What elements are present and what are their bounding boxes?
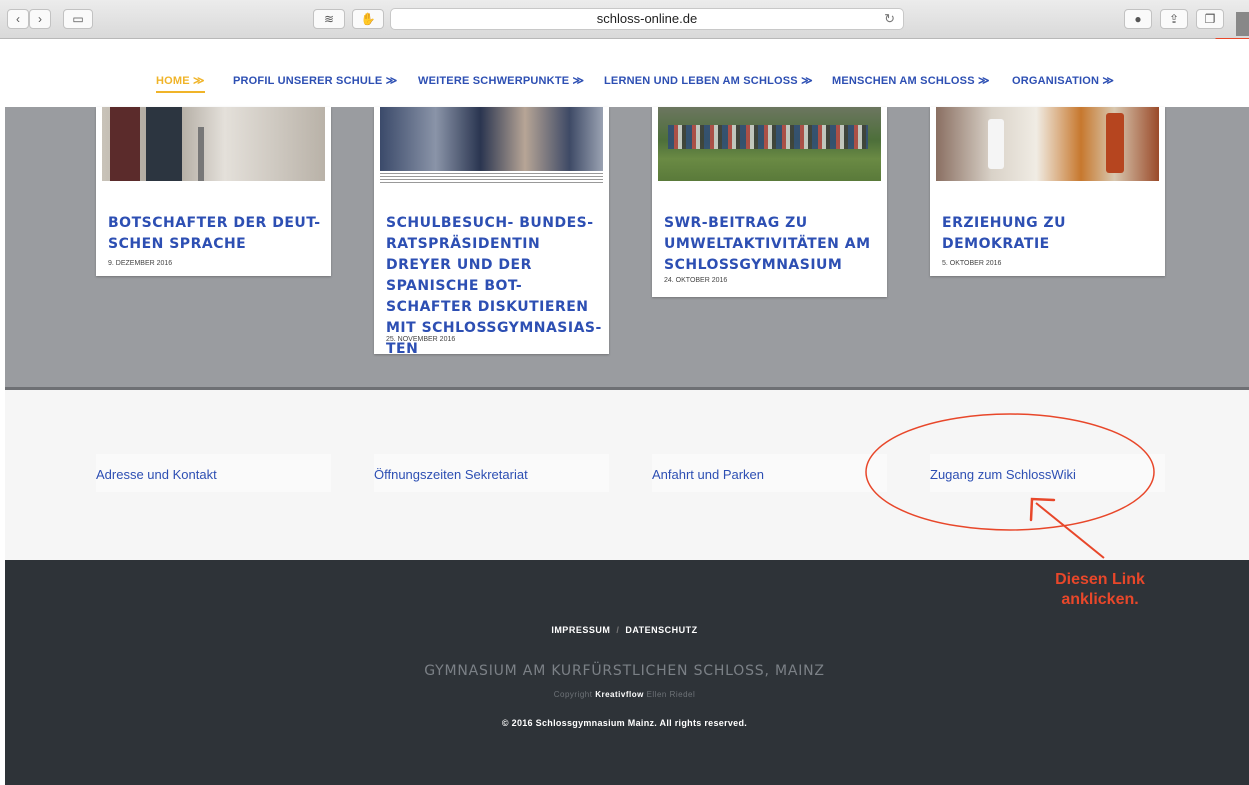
nav-home[interactable]: HOME ≫ [156,74,205,93]
link-anfahrt-parken[interactable]: Anfahrt und Parken [652,467,764,482]
author-link[interactable]: Ellen Riedel [647,690,696,699]
image-caption [380,171,603,183]
main-nav: HOME ≫ PROFIL UNSERER SCHULE ≫ WEITERE S… [0,39,1249,107]
tabs-icon[interactable]: ❐ [1196,9,1224,29]
extension-icon[interactable]: ✋ [352,9,384,29]
reader-icon[interactable]: ≋ [313,9,345,29]
post-date: 25. NOVEMBER 2016 [386,336,456,343]
post-image[interactable] [936,107,1159,181]
post-date: 5. OKTOBER 2016 [942,260,1002,267]
link-schlosswiki[interactable]: Zugang zum SchlossWiki [930,467,1076,482]
post-title[interactable]: ERZIEHUNG ZU DEMOKRATIE [942,213,1162,255]
nav-lernen-leben[interactable]: LERNEN UND LEBEN AM SCHLOSS ≫ [604,74,813,87]
window-edge [1236,12,1249,36]
url-text: schloss-online.de [596,11,698,26]
post-title[interactable]: BOTSCHAFTER DER DEUT-SCHEN SPRACHE [108,213,328,255]
link-adresse-kontakt[interactable]: Adresse und Kontakt [96,467,217,482]
post-card[interactable]: SWR-BEITRAG ZU UMWELTAKTIVITÄTEN AM SCHL… [652,107,887,297]
nav-schwerpunkte[interactable]: WEITERE SCHWERPUNKTE ≫ [418,74,584,87]
nav-organisation[interactable]: ORGANISATION ≫ [1012,74,1114,87]
copyright-prefix: Copyright [553,690,593,699]
downloads-icon[interactable]: ● [1124,9,1152,29]
nav-menschen[interactable]: MENSCHEN AM SCHLOSS ≫ [832,74,990,87]
forward-icon[interactable]: › [29,9,51,29]
address-bar[interactable]: schloss-online.de ↻ [390,8,904,30]
impressum-link[interactable]: IMPRESSUM [551,625,610,635]
annotation-text: Diesen Link anklicken. [1040,570,1160,610]
post-image[interactable] [658,107,881,181]
footer-separator: / [616,625,620,635]
post-card[interactable]: BOTSCHAFTER DER DEUT-SCHEN SPRACHE 9. DE… [96,107,331,276]
nav-profil[interactable]: PROFIL UNSERER SCHULE ≫ [233,74,397,87]
copyright-line: Copyright Kreativflow Ellen Riedel [0,690,1249,699]
post-image[interactable] [102,107,325,181]
rights-text: © 2016 Schlossgymnasium Mainz. All right… [501,718,748,728]
post-image[interactable] [380,107,603,171]
link-oeffnungszeiten[interactable]: Öffnungszeiten Sekretariat [374,467,528,482]
brand-link[interactable]: Kreativflow [595,690,644,699]
datenschutz-link[interactable]: DATENSCHUTZ [625,625,697,635]
post-title[interactable]: SWR-BEITRAG ZU UMWELTAKTIVITÄTEN AM SCHL… [664,213,884,276]
annotation-line-2: anklicken. [1061,591,1139,608]
back-icon[interactable]: ‹ [7,9,29,29]
browser-toolbar: ‹ › ▭ ≋ ✋ schloss-online.de ↻ ● ⇪ ❐ [0,0,1249,39]
sidebar-icon[interactable]: ▭ [63,9,93,29]
post-date: 9. DEZEMBER 2016 [108,260,173,267]
share-icon[interactable]: ⇪ [1160,9,1188,29]
footer-menu: IMPRESSUM / DATENSCHUTZ [0,625,1249,635]
annotation-line-1: Diesen Link [1055,571,1145,588]
reload-icon[interactable]: ↻ [884,9,895,29]
post-date: 24. OKTOBER 2016 [664,277,728,284]
post-card[interactable]: ERZIEHUNG ZU DEMOKRATIE 5. OKTOBER 2016 [930,107,1165,276]
school-name: GYMNASIUM AM KURFÜRSTLICHEN SCHLOSS, MAI… [424,663,825,679]
post-card[interactable]: SCHULBESUCH- BUNDES-RATSPRÄSIDENTIN DREY… [374,107,609,357]
